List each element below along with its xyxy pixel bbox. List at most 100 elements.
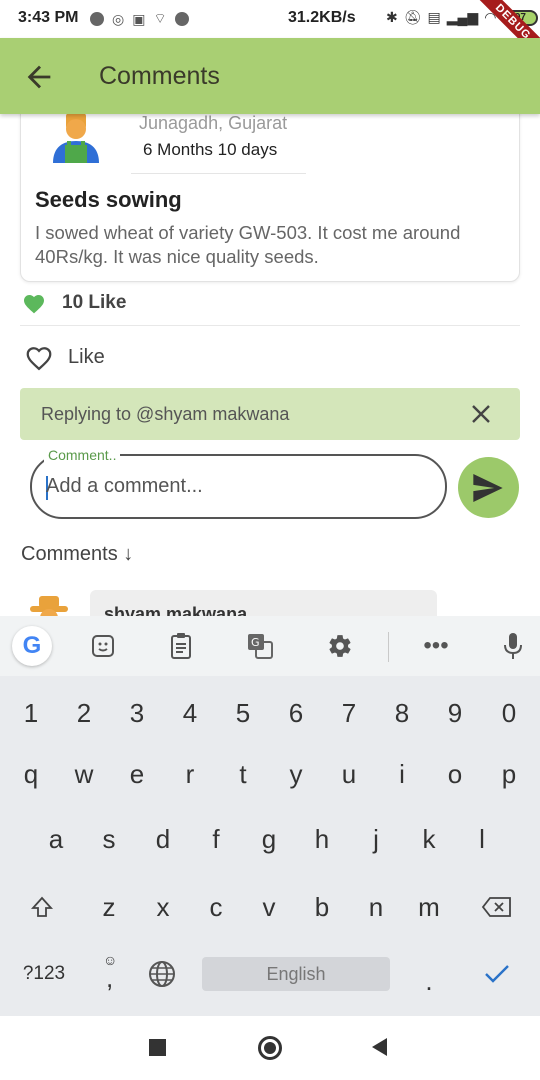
key-o[interactable]: o xyxy=(430,749,480,799)
period-key[interactable]: . xyxy=(404,956,454,1006)
volte-icon: ▤ xyxy=(427,9,441,25)
toolbar-divider xyxy=(388,632,389,662)
key-d[interactable]: d xyxy=(138,814,188,864)
like-count: 10 Like xyxy=(62,292,127,313)
replying-text: Replying to @shyam makwana xyxy=(41,404,290,424)
post-title: Seeds sowing xyxy=(35,187,182,212)
globe-icon xyxy=(149,961,175,987)
sticker-icon[interactable] xyxy=(87,630,119,662)
replying-banner: Replying to @shyam makwana xyxy=(20,388,520,440)
key-8[interactable]: 8 xyxy=(377,688,427,738)
key-3[interactable]: 3 xyxy=(112,688,162,738)
language-key[interactable] xyxy=(137,949,187,999)
key-5[interactable]: 5 xyxy=(218,688,268,738)
farmer-avatar-icon xyxy=(30,596,68,616)
key-0[interactable]: 0 xyxy=(484,688,534,738)
notification-dot-icon xyxy=(174,12,189,26)
key-l[interactable]: l xyxy=(457,814,507,864)
like-button[interactable]: Like xyxy=(24,343,105,371)
key-f[interactable]: f xyxy=(191,814,241,864)
comment-input[interactable] xyxy=(46,472,426,500)
key-j[interactable]: j xyxy=(351,814,401,864)
comment-bubble: shyam makwana xyxy=(90,590,437,616)
soft-keyboard: G G ••• 1 2 3 4 5 6 7 8 9 0 q w e r t y … xyxy=(0,616,540,1016)
key-k[interactable]: k xyxy=(404,814,454,864)
instagram-icon: ▣ xyxy=(132,10,146,27)
backspace-icon xyxy=(481,897,511,917)
home-button[interactable] xyxy=(258,1036,282,1060)
shift-arrow-icon xyxy=(30,896,54,917)
comments-heading: Comments ↓ xyxy=(21,543,134,565)
key-6[interactable]: 6 xyxy=(271,688,321,738)
backspace-key[interactable] xyxy=(472,882,522,932)
svg-text:G: G xyxy=(251,636,260,649)
commenter-name: shyam makwana xyxy=(104,604,248,616)
post-time-ago: 6 Months 10 days xyxy=(143,140,278,159)
notification-dot-icon xyxy=(90,12,104,26)
key-x[interactable]: x xyxy=(138,882,188,932)
comment-field-label: Comment.. xyxy=(44,447,121,463)
key-r[interactable]: r xyxy=(165,749,215,799)
back-nav-button[interactable] xyxy=(372,1038,387,1056)
post-body: I sowed wheat of variety GW-503. It cost… xyxy=(35,222,461,267)
like-label: Like xyxy=(68,345,105,368)
network-speed: 31.2KB/s xyxy=(288,9,356,26)
key-i[interactable]: i xyxy=(377,749,427,799)
symbols-key[interactable]: ?123 xyxy=(14,949,74,999)
status-time: 3:43 PM xyxy=(18,9,79,26)
enter-key[interactable] xyxy=(472,949,522,999)
page-title: Comments xyxy=(99,62,220,90)
key-h[interactable]: h xyxy=(297,814,347,864)
settings-icon[interactable] xyxy=(324,630,356,662)
divider xyxy=(131,173,306,174)
key-z[interactable]: z xyxy=(84,882,134,932)
heart-filled-icon xyxy=(24,295,44,314)
arrow-back-icon xyxy=(27,65,51,89)
key-g[interactable]: g xyxy=(244,814,294,864)
keyboard-toolbar: G G ••• xyxy=(0,616,540,676)
shift-key[interactable] xyxy=(17,882,67,932)
key-q[interactable]: q xyxy=(6,749,56,799)
send-icon xyxy=(473,474,503,502)
comment-field[interactable] xyxy=(30,454,447,519)
translate-icon[interactable]: G xyxy=(244,630,276,662)
microphone-icon[interactable] xyxy=(497,630,529,662)
whatsapp-icon: ◎ xyxy=(112,10,125,27)
mute-icon: 🔕︎ xyxy=(403,9,422,25)
clipboard-icon[interactable] xyxy=(165,630,197,662)
key-c[interactable]: c xyxy=(191,882,241,932)
more-icon[interactable]: ••• xyxy=(420,630,452,662)
key-s[interactable]: s xyxy=(84,814,134,864)
game-icon: ⌔ xyxy=(153,10,167,26)
checkmark-icon xyxy=(485,965,509,983)
key-p[interactable]: p xyxy=(484,749,534,799)
key-t[interactable]: t xyxy=(218,749,268,799)
spacebar[interactable]: English xyxy=(202,957,390,991)
comma-key[interactable]: ☺ , xyxy=(85,949,135,999)
key-m[interactable]: m xyxy=(404,882,454,932)
google-icon[interactable]: G xyxy=(12,626,52,666)
key-v[interactable]: v xyxy=(244,882,294,932)
back-button[interactable] xyxy=(22,60,56,94)
key-y[interactable]: y xyxy=(271,749,321,799)
close-icon[interactable] xyxy=(469,402,493,426)
key-b[interactable]: b xyxy=(297,882,347,932)
send-button[interactable] xyxy=(458,457,519,518)
notification-icons: ◎ ▣ ⌔ xyxy=(90,10,189,28)
key-e[interactable]: e xyxy=(112,749,162,799)
key-4[interactable]: 4 xyxy=(165,688,215,738)
status-bar: 3:43 PM ◎ ▣ ⌔ 31.2KB/s ✱ 🔕︎ ▤ ▂▄▆ ◠ 97 ϟ… xyxy=(0,0,540,67)
key-9[interactable]: 9 xyxy=(430,688,480,738)
comment-item: shyam makwana xyxy=(22,590,462,616)
comma-label: , xyxy=(106,963,114,993)
key-7[interactable]: 7 xyxy=(324,688,374,738)
key-a[interactable]: a xyxy=(31,814,81,864)
like-count-row: 10 Like xyxy=(22,290,126,316)
key-n[interactable]: n xyxy=(351,882,401,932)
recent-apps-button[interactable] xyxy=(149,1039,166,1056)
key-1[interactable]: 1 xyxy=(6,688,56,738)
key-2[interactable]: 2 xyxy=(59,688,109,738)
post-card: Junagadh, Gujarat 6 Months 10 days Seeds… xyxy=(20,100,520,282)
key-u[interactable]: u xyxy=(324,749,374,799)
key-w[interactable]: w xyxy=(59,749,109,799)
